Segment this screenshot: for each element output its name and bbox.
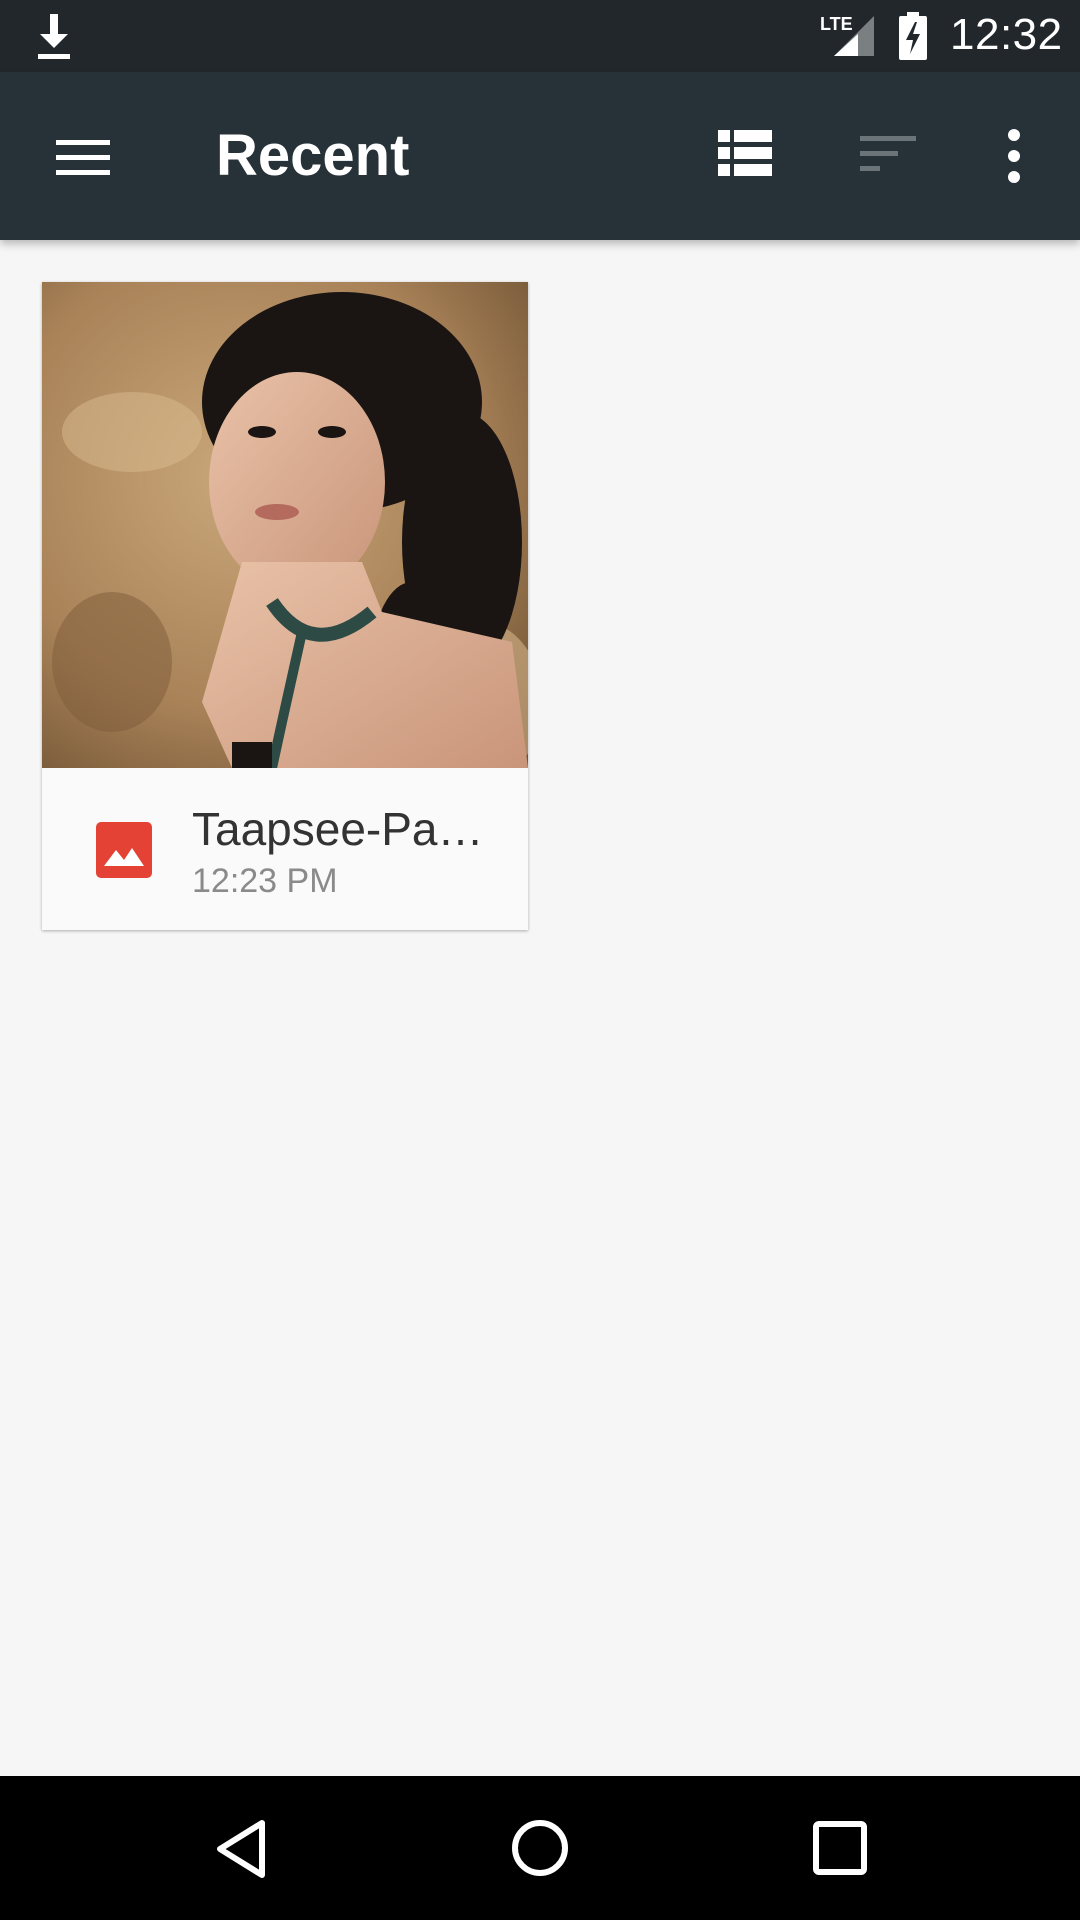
more-vert-icon[interactable] <box>1000 128 1028 184</box>
grid-view-icon[interactable] <box>718 130 772 176</box>
status-time: 12:32 <box>950 10 1063 59</box>
file-date: 12:23 PM <box>192 862 338 900</box>
recents-icon[interactable] <box>812 1820 868 1876</box>
back-icon[interactable] <box>212 1818 272 1880</box>
nav-bar <box>0 1776 1080 1920</box>
lte-signal-icon: LTE <box>820 12 876 58</box>
download-icon <box>36 14 72 60</box>
menu-icon[interactable] <box>56 138 110 178</box>
file-card[interactable]: Taapsee-Pa… 12:23 PM <box>42 282 528 930</box>
sort-icon[interactable] <box>860 134 916 174</box>
page-title: Recent <box>216 123 410 188</box>
svg-text:LTE: LTE <box>820 14 853 34</box>
home-icon[interactable] <box>510 1818 570 1878</box>
file-name: Taapsee-Pa… <box>192 803 484 855</box>
status-bar: LTE 12:32 <box>0 0 1080 72</box>
image-file-icon <box>96 822 152 878</box>
battery-charging-icon <box>898 12 928 60</box>
file-thumbnail <box>42 282 528 768</box>
app-toolbar: Recent <box>0 72 1080 240</box>
